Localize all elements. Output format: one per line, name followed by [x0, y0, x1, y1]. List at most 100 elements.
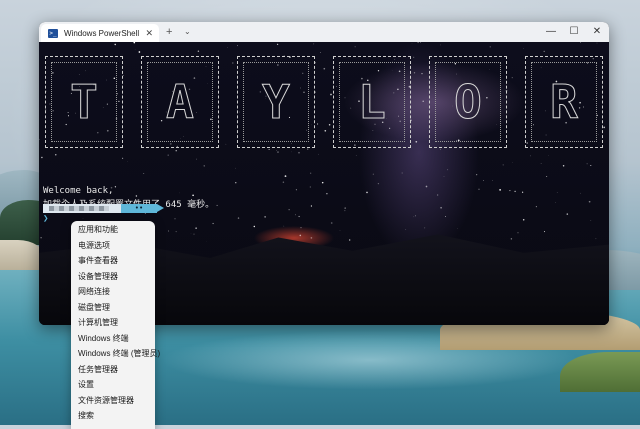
- star: [204, 165, 205, 166]
- star: [40, 237, 41, 238]
- star: [192, 195, 194, 197]
- star: [179, 193, 180, 194]
- star: [530, 156, 531, 157]
- star: [366, 192, 368, 194]
- star: [143, 173, 144, 174]
- star: [555, 202, 556, 203]
- star: [295, 214, 296, 215]
- star: [499, 189, 501, 191]
- star: [41, 157, 42, 158]
- star: [603, 127, 605, 129]
- star: [300, 227, 301, 228]
- star: [134, 42, 136, 43]
- star: [424, 228, 425, 229]
- star: [580, 42, 581, 43]
- star: [514, 191, 515, 192]
- star: [114, 44, 115, 45]
- menu-item-apps-features[interactable]: 应用和功能: [71, 222, 155, 238]
- star: [518, 232, 519, 233]
- star: [311, 237, 313, 239]
- star: [311, 205, 312, 206]
- maximize-button[interactable]: ☐: [567, 25, 581, 39]
- banner-letter-box: O: [429, 56, 507, 148]
- star: [313, 44, 314, 45]
- star: [217, 205, 218, 206]
- star: [264, 216, 265, 217]
- star: [340, 230, 341, 231]
- menu-item-search[interactable]: 搜索: [71, 408, 155, 424]
- star: [492, 180, 493, 181]
- banner-letter: Y: [262, 79, 290, 125]
- star: [39, 139, 40, 140]
- star: [544, 231, 545, 232]
- welcome-line: Welcome back,: [43, 186, 113, 196]
- star: [415, 216, 416, 217]
- star: [478, 189, 479, 190]
- star: [509, 190, 510, 191]
- star: [310, 187, 311, 188]
- star: [548, 155, 549, 156]
- title-bar[interactable]: >_ Windows PowerShell ✕ + ⌄ — ☐ ✕: [39, 22, 609, 42]
- star: [476, 174, 477, 175]
- star: [174, 218, 175, 219]
- star: [440, 45, 441, 46]
- star: [597, 43, 598, 44]
- star: [345, 210, 346, 211]
- star: [237, 45, 238, 46]
- star: [298, 152, 300, 154]
- star: [298, 216, 299, 217]
- star: [590, 165, 591, 166]
- menu-item-disk-management[interactable]: 磁盘管理: [71, 300, 155, 316]
- menu-item-windows-terminal-admin[interactable]: Windows 终端 (管理员): [71, 346, 155, 362]
- star: [195, 227, 196, 228]
- star: [589, 201, 591, 203]
- menu-item-event-viewer[interactable]: 事件查看器: [71, 253, 155, 269]
- prompt-user-redacted: [49, 206, 109, 211]
- star: [326, 193, 327, 194]
- menu-item-settings[interactable]: 设置: [71, 377, 155, 393]
- star: [546, 176, 547, 177]
- star: [580, 193, 581, 194]
- prompt-cursor[interactable]: ❯: [43, 214, 48, 224]
- star: [276, 150, 277, 151]
- banner-letter: T: [70, 79, 98, 125]
- menu-item-task-manager[interactable]: 任务管理器: [71, 362, 155, 378]
- tab-title: Windows PowerShell: [64, 29, 139, 38]
- star: [310, 173, 311, 174]
- banner-letter-box: R: [525, 56, 603, 148]
- menu-item-computer-management[interactable]: 计算机管理: [71, 315, 155, 331]
- star: [198, 51, 199, 52]
- banner-letter-box: T: [45, 56, 123, 148]
- star: [503, 164, 504, 165]
- star: [557, 192, 558, 193]
- menu-item-file-explorer[interactable]: 文件资源管理器: [71, 393, 155, 409]
- star: [483, 180, 484, 181]
- star: [511, 238, 512, 239]
- banner-letter-box: A: [141, 56, 219, 148]
- star: [254, 226, 255, 227]
- star: [437, 194, 438, 195]
- close-window-button[interactable]: ✕: [590, 25, 604, 39]
- star: [193, 234, 194, 235]
- star: [289, 209, 290, 210]
- menu-item-network-connections[interactable]: 网络连接: [71, 284, 155, 300]
- tab-windows-powershell[interactable]: >_ Windows PowerShell ✕: [41, 24, 159, 42]
- star: [544, 51, 545, 52]
- star: [440, 149, 441, 150]
- minimize-button[interactable]: —: [544, 25, 558, 39]
- menu-item-windows-terminal[interactable]: Windows 终端: [71, 331, 155, 347]
- star: [235, 182, 236, 183]
- star: [122, 158, 123, 159]
- star: [296, 189, 297, 190]
- star: [277, 44, 278, 45]
- prompt-git-segment: ••: [121, 204, 157, 213]
- star: [378, 183, 379, 184]
- menu-item-device-manager[interactable]: 设备管理器: [71, 269, 155, 285]
- tab-close-icon[interactable]: ✕: [145, 27, 153, 39]
- tab-dropdown-icon[interactable]: ⌄: [184, 25, 191, 39]
- star: [567, 213, 568, 214]
- menu-item-power-options[interactable]: 电源选项: [71, 238, 155, 254]
- star: [176, 231, 177, 232]
- new-tab-button[interactable]: +: [166, 25, 172, 39]
- star: [355, 46, 356, 47]
